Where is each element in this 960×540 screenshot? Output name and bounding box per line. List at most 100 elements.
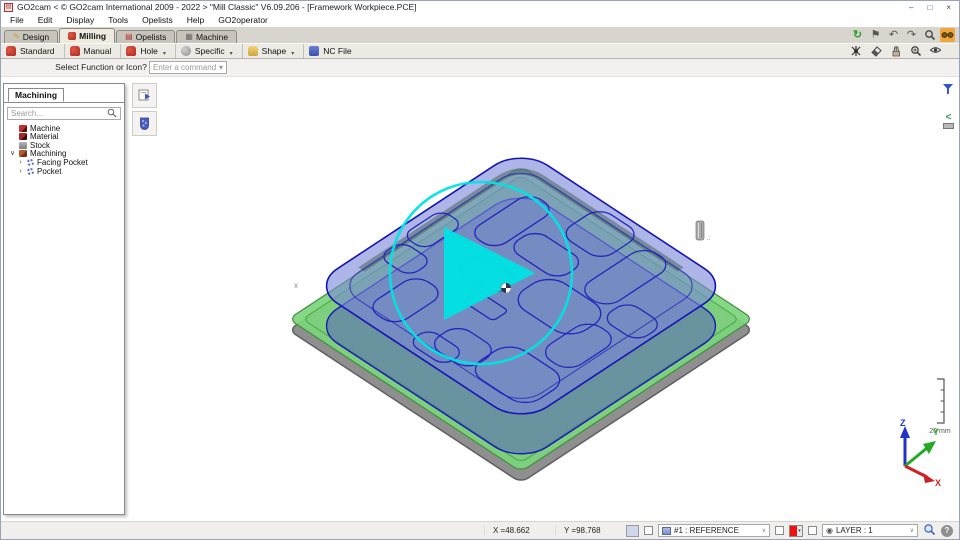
menu-display[interactable]: Display: [59, 15, 101, 25]
material-icon: [19, 133, 27, 140]
color-checkbox[interactable]: [775, 526, 784, 535]
color-chevron-icon: ▾: [797, 526, 802, 536]
expander-icon[interactable]: ›: [17, 167, 24, 176]
menu-tools[interactable]: Tools: [101, 15, 135, 25]
machining-panel-tab[interactable]: Machining: [8, 88, 64, 102]
layer-select[interactable]: ◉ LAYER : 1 ∨: [822, 524, 918, 537]
redo-icon[interactable]: ↷: [904, 28, 919, 42]
tab-machine-label: Machine: [196, 32, 228, 42]
tab-opelists-label: Opelists: [136, 32, 167, 42]
nc-file-icon: [309, 46, 319, 56]
reference-cube-icon: [662, 527, 671, 535]
menu-edit[interactable]: Edit: [31, 15, 60, 25]
specific-button[interactable]: Specific ▾: [175, 44, 242, 58]
axis-y-label: Y: [933, 427, 939, 437]
layer-checkbox[interactable]: [808, 526, 817, 535]
minimize-button[interactable]: –: [909, 3, 913, 12]
layer-chevron-icon: ∨: [910, 527, 914, 534]
command-combobox[interactable]: Enter a command ▾: [149, 61, 227, 74]
manual-button[interactable]: Manual: [64, 44, 121, 58]
undo-icon[interactable]: ↶: [886, 28, 901, 42]
command-row: Select Function or Icon? Enter a command…: [1, 59, 959, 77]
world-zoom-button[interactable]: [923, 523, 936, 538]
eraser-icon[interactable]: [868, 44, 883, 58]
tree-item-material[interactable]: Material: [4, 132, 124, 141]
reference-value: #1 : REFERENCE: [674, 526, 757, 535]
manual-label: Manual: [84, 46, 112, 56]
hole-icon: [126, 46, 136, 56]
filter-funnel-icon: [942, 83, 954, 95]
specific-icon: [181, 46, 191, 56]
go2cam-window: ▤ GO2cam < © GO2cam International 2009 -…: [0, 0, 960, 540]
ribbon-tab-row: ✎ Design Milling ▤ Opelists ▦ Machine ↻ …: [1, 27, 959, 43]
tool-label: .:: [707, 236, 711, 242]
menu-file[interactable]: File: [3, 15, 31, 25]
panel-collapse-button[interactable]: <: [943, 113, 954, 129]
axis-z-label: Z: [900, 418, 906, 428]
nc-file-label: NC File: [323, 46, 351, 56]
nc-file-button[interactable]: NC File: [303, 44, 360, 58]
tool-shield-icon: [139, 117, 150, 130]
maximize-button[interactable]: □: [927, 3, 932, 12]
specific-dropdown-icon[interactable]: ▾: [230, 50, 233, 58]
tree-item-machine[interactable]: Machine: [4, 124, 124, 133]
reference-select[interactable]: #1 : REFERENCE ∨: [658, 524, 770, 537]
search-icon: [107, 108, 117, 118]
pan-flag-icon[interactable]: ⚑: [868, 28, 883, 42]
tree-item-facing-pocket[interactable]: › Facing Pocket: [4, 158, 124, 167]
grid-snap-button[interactable]: [626, 525, 639, 537]
expander-icon[interactable]: ∨: [9, 149, 16, 158]
operation-list-button[interactable]: [132, 83, 157, 108]
tree-item-pocket[interactable]: › Pocket: [4, 167, 124, 176]
shape-button[interactable]: Shape ▾: [242, 44, 304, 58]
tab-design[interactable]: ✎ Design: [4, 30, 58, 43]
brush-pot-icon[interactable]: [888, 44, 903, 58]
axis-x-label: X: [935, 478, 941, 486]
shape-dropdown-icon[interactable]: ▾: [291, 50, 294, 58]
cutter-tool: .:: [696, 221, 711, 242]
tab-machine[interactable]: ▦ Machine: [176, 30, 237, 43]
ribbon-toolbar: Standard Manual Hole ▾ Specific ▾ Shape …: [1, 43, 959, 59]
command-chevron-icon: ▾: [219, 63, 223, 72]
origin-marker: [501, 283, 511, 293]
tab-milling[interactable]: Milling: [59, 28, 115, 43]
filter-button[interactable]: [942, 82, 954, 100]
menu-help[interactable]: Help: [180, 15, 211, 25]
regen-tool-icon[interactable]: [848, 44, 863, 58]
pocket-icon: [27, 159, 34, 166]
menu-bar: File Edit Display Tools Opelists Help GO…: [1, 14, 959, 27]
search-input[interactable]: Search...: [7, 107, 121, 120]
eye-visibility-icon[interactable]: [928, 44, 943, 58]
current-color-swatch: [790, 526, 797, 536]
reference-checkbox[interactable]: [644, 526, 653, 535]
3d-viewport[interactable]: .: x: [1, 77, 959, 521]
tab-opelists[interactable]: ▤ Opelists: [116, 30, 175, 43]
tree-item-machining[interactable]: ∨ Machining: [4, 150, 124, 159]
glasses-icon[interactable]: [940, 28, 955, 42]
machining-tree: Machine Material Stock ∨ Machining: [4, 122, 124, 176]
standard-button[interactable]: Standard: [1, 44, 64, 58]
stock-mini-icon: [943, 123, 954, 129]
tool-library-button[interactable]: [132, 111, 157, 136]
hole-dropdown-icon[interactable]: ▾: [163, 50, 166, 58]
menu-opelists[interactable]: Opelists: [135, 15, 180, 25]
menu-go2operator[interactable]: GO2operator: [211, 15, 275, 25]
zoom-icon[interactable]: [922, 28, 937, 42]
tab-design-label: Design: [23, 32, 49, 42]
axis-triad: Z Y X: [889, 418, 943, 491]
help-button[interactable]: ?: [941, 525, 953, 537]
command-placeholder: Enter a command: [153, 63, 216, 72]
close-button[interactable]: ×: [946, 3, 951, 12]
app-logo-icon: ▤: [4, 3, 13, 12]
design-icon: ✎: [13, 33, 20, 41]
zoom-in-icon[interactable]: [908, 44, 923, 58]
refresh-icon[interactable]: ↻: [850, 28, 865, 42]
chevron-left-icon: <: [946, 113, 952, 122]
cursor-y-readout: Y =98.768: [555, 526, 621, 535]
tree-item-stock[interactable]: Stock: [4, 141, 124, 150]
hole-button[interactable]: Hole ▾: [120, 44, 175, 58]
status-bar: X =48.662 Y =98.768 #1 : REFERENCE ∨ ▾ ◉…: [1, 521, 959, 539]
viewport-area: .: x Machining Search... Machine: [1, 77, 959, 521]
color-swatch-dropdown[interactable]: ▾: [789, 525, 803, 537]
hole-label: Hole: [140, 46, 157, 56]
